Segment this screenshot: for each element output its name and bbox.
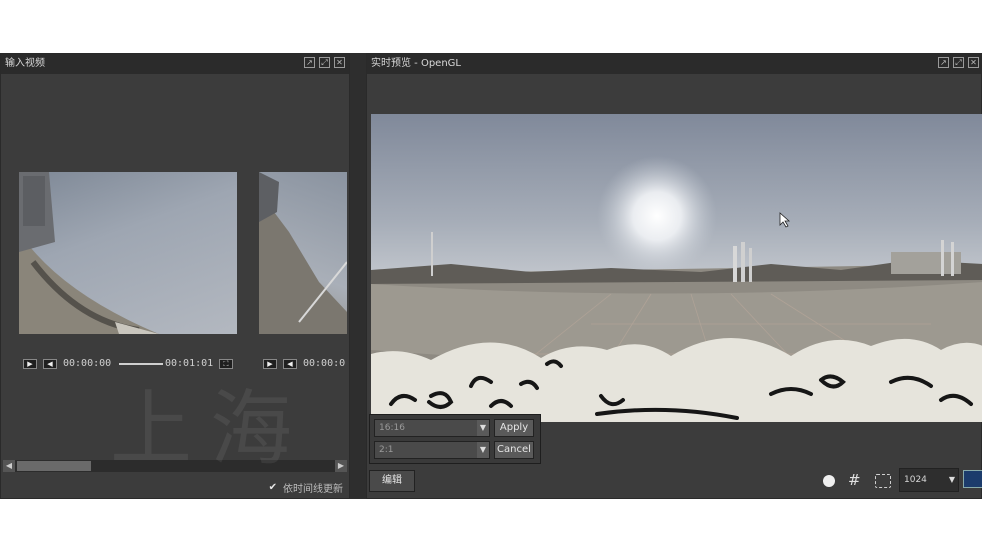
close-icon[interactable]: ✕ [968, 57, 979, 68]
clip1-fisheye-image [19, 172, 159, 334]
resolution-select[interactable]: 1024 ▼ [899, 468, 959, 492]
live-preview-titlebar: 实时预览 - OpenGL ↗ ⤢ ✕ [367, 54, 981, 74]
panorama-preview[interactable] [371, 114, 982, 422]
maximize-icon[interactable]: ⤢ [953, 57, 964, 68]
scale-select[interactable]: 2:1 ▼ [374, 441, 490, 459]
clip1-thumbnail[interactable] [19, 172, 237, 334]
chevron-down-icon: ▼ [946, 469, 958, 491]
input-video-titlebar: 输入视频 ↗ ⤢ ✕ [1, 54, 349, 74]
cancel-button[interactable]: Cancel [494, 441, 534, 459]
update-by-timeline-checkbox[interactable]: ✔ 依时间线更新 [269, 480, 343, 495]
scroll-thumb[interactable] [17, 461, 91, 471]
grid-icon[interactable]: # [848, 473, 861, 488]
chevron-down-icon: ▼ [477, 420, 489, 436]
record-dot-icon[interactable] [823, 475, 835, 487]
aspect-ratio-popup: 16:16 ▼ Apply 2:1 ▼ Cancel [369, 414, 541, 464]
panel-splitter[interactable] [350, 53, 366, 499]
scale-select-value: 2:1 [379, 445, 394, 455]
clip1-mute-button[interactable]: ◀ [43, 359, 57, 369]
chevron-down-icon: ▼ [477, 442, 489, 458]
clip2-thumbnail[interactable] [259, 172, 347, 334]
update-by-timeline-label: 依时间线更新 [283, 484, 343, 495]
mouse-cursor-icon [779, 212, 791, 228]
popout-icon[interactable]: ↗ [938, 57, 949, 68]
maximize-icon[interactable]: ⤢ [319, 57, 330, 68]
ratio-select-value: 16:16 [379, 423, 405, 433]
vr-headset-icon[interactable] [963, 470, 982, 488]
clip1-time-current: 00:00:00 [63, 358, 112, 369]
close-icon[interactable]: ✕ [334, 57, 345, 68]
checkbox-check-icon: ✔ [268, 482, 277, 493]
popout-icon[interactable]: ↗ [304, 57, 315, 68]
input-video-title: 输入视频 [5, 58, 45, 69]
live-preview-title: 实时预览 - OpenGL [371, 58, 461, 69]
frame-outline-icon[interactable] [875, 474, 891, 488]
clip1-play-button[interactable]: ▶ [23, 359, 37, 369]
apply-button[interactable]: Apply [494, 419, 534, 437]
resolution-select-value: 1024 [904, 475, 927, 485]
watermark-text: 上海 [110, 382, 311, 477]
ratio-select[interactable]: 16:16 ▼ [374, 419, 490, 437]
clip2-fisheye-image [259, 172, 347, 334]
edit-button[interactable]: 编辑 [369, 470, 415, 492]
live-preview-panel: 实时预览 - OpenGL ↗ ⤢ ✕ 16:16 ▼ Apply 2:1 ▼ … [366, 53, 982, 499]
panorama-image [371, 156, 982, 422]
scroll-right-arrow[interactable]: ▶ [335, 460, 347, 472]
scroll-left-arrow[interactable]: ◀ [3, 460, 15, 472]
